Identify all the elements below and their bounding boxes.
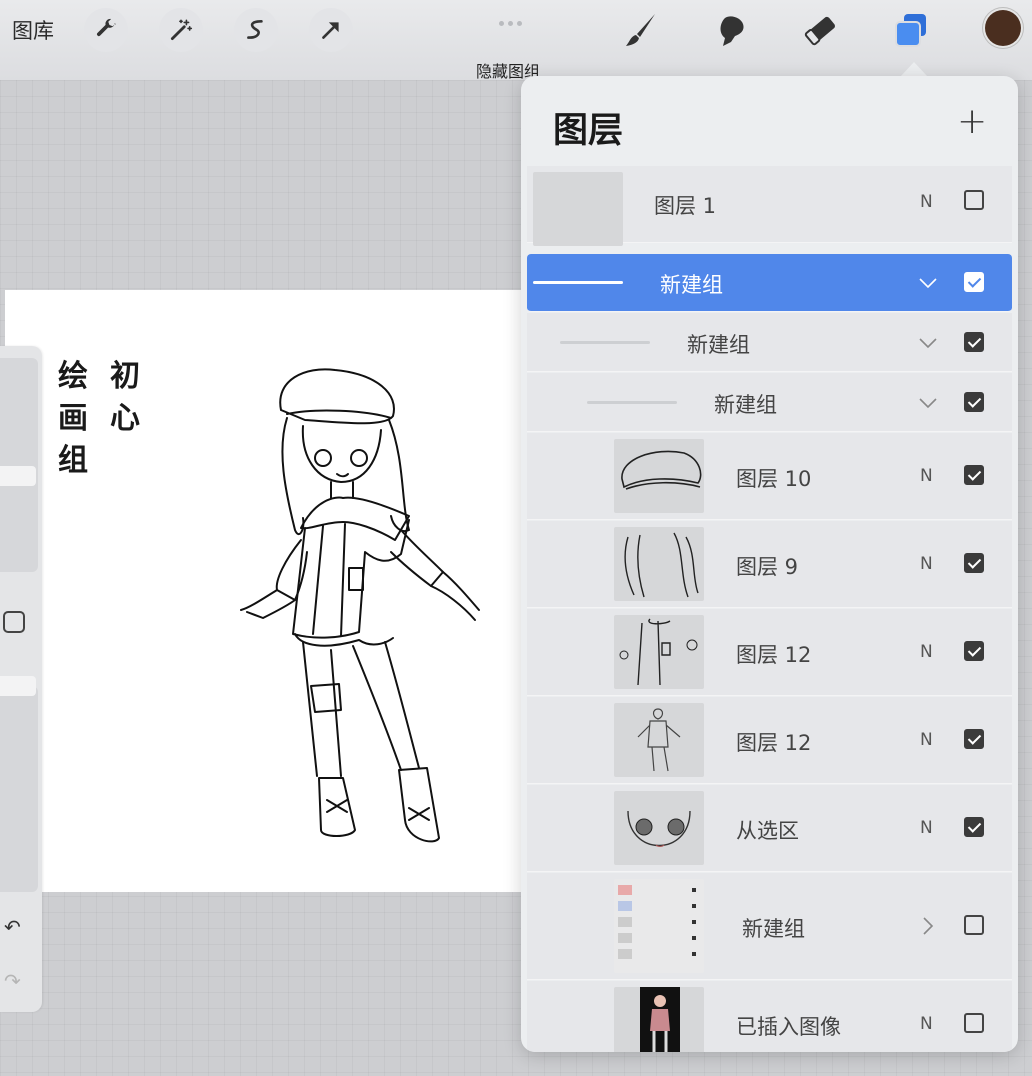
group-line bbox=[560, 341, 650, 344]
visibility-checkbox[interactable] bbox=[964, 272, 984, 292]
group-row[interactable]: 新建组 bbox=[527, 373, 1012, 432]
group-name: 新建组 bbox=[714, 393, 777, 417]
blend-mode[interactable]: N bbox=[920, 818, 933, 838]
logo-char-2: 画 bbox=[58, 401, 88, 436]
blend-mode[interactable]: N bbox=[920, 1014, 933, 1034]
canvas-logo: 绘 画 组 初 心 bbox=[58, 359, 140, 478]
chevron-down-icon[interactable] bbox=[917, 332, 939, 354]
transform-arrow-icon[interactable] bbox=[309, 8, 353, 52]
brush-icon[interactable] bbox=[618, 8, 664, 52]
group-row[interactable]: 新建组 bbox=[527, 313, 1012, 372]
visibility-checkbox[interactable] bbox=[964, 465, 984, 485]
layer-name: 已插入图像 bbox=[736, 1015, 841, 1039]
color-picker-swatch[interactable] bbox=[985, 10, 1021, 46]
layer-row[interactable]: 从选区 N bbox=[527, 785, 1012, 872]
wrench-icon[interactable] bbox=[84, 8, 128, 52]
left-sidebar bbox=[0, 346, 42, 1012]
opacity-slider[interactable] bbox=[0, 686, 38, 892]
visibility-checkbox[interactable] bbox=[964, 1013, 984, 1033]
blend-mode[interactable]: N bbox=[920, 466, 933, 486]
layers-panel: 图层 + 图层 1 N 新建组 新建组 新建组 图层 10 N 图层 9 N 图… bbox=[521, 76, 1018, 1052]
layer-row[interactable]: 已插入图像 N bbox=[527, 981, 1012, 1052]
layer-name: 从选区 bbox=[736, 819, 799, 843]
layer-name: 图层 9 bbox=[736, 555, 799, 579]
blend-mode[interactable]: N bbox=[920, 192, 933, 212]
visibility-checkbox[interactable] bbox=[964, 190, 984, 210]
modify-button[interactable] bbox=[3, 611, 25, 633]
blend-mode[interactable]: N bbox=[920, 554, 933, 574]
visibility-checkbox[interactable] bbox=[964, 332, 984, 352]
layer-name: 图层 12 bbox=[736, 731, 812, 755]
magic-wand-icon[interactable] bbox=[159, 8, 203, 52]
layer-thumbnail bbox=[614, 703, 704, 777]
toolbar-grabber[interactable] bbox=[497, 11, 527, 26]
group-row-selected[interactable]: 新建组 bbox=[527, 254, 1012, 312]
layer-thumbnail bbox=[533, 172, 623, 246]
brush-size-slider[interactable] bbox=[0, 358, 38, 572]
chevron-down-icon[interactable] bbox=[917, 392, 939, 414]
blend-mode[interactable]: N bbox=[920, 642, 933, 662]
selection-icon[interactable] bbox=[234, 8, 278, 52]
layer-thumbnail bbox=[614, 439, 704, 513]
smudge-icon[interactable] bbox=[708, 8, 754, 52]
layer-row[interactable]: 图层 12 N bbox=[527, 609, 1012, 696]
layer-thumbnail bbox=[614, 615, 704, 689]
logo-char-5: 心 bbox=[110, 401, 140, 436]
group-name: 新建组 bbox=[687, 333, 750, 357]
layers-icon[interactable] bbox=[888, 8, 934, 52]
layer-row[interactable]: 图层 9 N bbox=[527, 521, 1012, 608]
group-name: 新建组 bbox=[660, 273, 723, 297]
layer-name: 图层 12 bbox=[736, 643, 812, 667]
opacity-knob[interactable] bbox=[0, 676, 36, 696]
brush-size-knob[interactable] bbox=[0, 466, 36, 486]
visibility-checkbox[interactable] bbox=[964, 729, 984, 749]
plus-icon[interactable]: + bbox=[957, 104, 987, 140]
undo-icon[interactable]: ↶ bbox=[4, 915, 21, 939]
blend-mode[interactable]: N bbox=[920, 730, 933, 750]
visibility-checkbox[interactable] bbox=[964, 392, 984, 412]
group-line bbox=[587, 401, 677, 404]
redo-icon[interactable]: ↷ bbox=[4, 969, 21, 993]
visibility-checkbox[interactable] bbox=[964, 915, 984, 935]
gallery-button[interactable]: 图库 bbox=[12, 15, 54, 45]
group-line bbox=[533, 281, 623, 284]
chevron-right-icon[interactable] bbox=[917, 915, 939, 937]
logo-char-4: 初 bbox=[110, 359, 140, 394]
layer-name: 图层 1 bbox=[654, 194, 717, 218]
chevron-down-icon[interactable] bbox=[917, 272, 939, 294]
layer-name: 图层 10 bbox=[736, 467, 812, 491]
logo-char-1: 绘 bbox=[58, 359, 88, 394]
layer-thumbnail bbox=[614, 791, 704, 865]
eraser-icon[interactable] bbox=[798, 8, 844, 52]
visibility-checkbox[interactable] bbox=[964, 641, 984, 661]
layer-row[interactable]: 图层 1 N bbox=[527, 166, 1012, 246]
layer-row[interactable]: 图层 10 N bbox=[527, 433, 1012, 520]
layer-row[interactable]: 图层 12 N bbox=[527, 697, 1012, 784]
layers-panel-pointer bbox=[900, 62, 928, 77]
group-name: 新建组 bbox=[742, 917, 805, 941]
logo-char-3: 组 bbox=[58, 443, 88, 478]
group-row[interactable]: 新建组 bbox=[527, 873, 1012, 980]
layer-thumbnail bbox=[614, 527, 704, 601]
visibility-checkbox[interactable] bbox=[964, 553, 984, 573]
layer-thumbnail bbox=[614, 987, 704, 1052]
panel-title: 图层 bbox=[553, 111, 624, 151]
group-thumbnail bbox=[614, 879, 704, 973]
visibility-checkbox[interactable] bbox=[964, 817, 984, 837]
